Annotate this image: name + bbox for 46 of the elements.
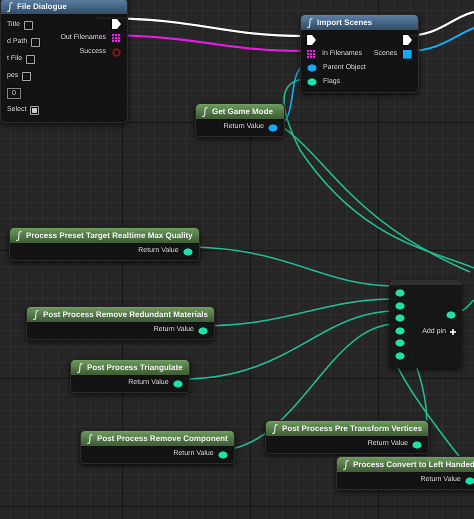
- node-title: Post Process Remove Redundant Materials: [43, 308, 208, 320]
- function-icon: [343, 460, 349, 470]
- checkbox[interactable]: [22, 72, 32, 81]
- function-icon: [202, 106, 208, 116]
- node-title: Process Preset Target Realtime Max Quality: [26, 230, 193, 242]
- function-icon: [33, 310, 39, 320]
- data-pin[interactable]: [464, 476, 474, 484]
- data-pin[interactable]: [395, 352, 405, 360]
- node-title: Post Process Remove Component: [97, 432, 228, 444]
- node-title: Post Process Triangulate: [87, 362, 183, 374]
- function-icon: [272, 424, 278, 434]
- data-pin[interactable]: [307, 78, 317, 86]
- checkbox[interactable]: [24, 21, 33, 30]
- data-pin[interactable]: [395, 326, 405, 334]
- array-pin[interactable]: [307, 50, 316, 58]
- array-pin[interactable]: [112, 34, 121, 42]
- data-pin[interactable]: [395, 289, 405, 297]
- data-pin[interactable]: [198, 326, 208, 334]
- checkbox[interactable]: [31, 38, 40, 47]
- plus-icon: [450, 329, 456, 336]
- exec-pin[interactable]: [112, 19, 121, 29]
- function-icon: [307, 18, 313, 28]
- data-pin[interactable]: [412, 440, 422, 448]
- data-pin[interactable]: [307, 64, 317, 72]
- data-pin[interactable]: [182, 248, 193, 256]
- function-icon: [7, 2, 13, 12]
- exec-pin[interactable]: [307, 35, 316, 45]
- function-icon: [16, 230, 22, 240]
- node-title: Process Convert to Left Handed: [353, 458, 474, 470]
- node-title: Import Scenes: [317, 16, 372, 28]
- checkbox[interactable]: [26, 55, 36, 64]
- data-pin[interactable]: [395, 339, 405, 347]
- array-pin[interactable]: [403, 50, 412, 58]
- node-title: File Dialogue: [17, 0, 67, 12]
- data-pin[interactable]: [172, 380, 183, 388]
- data-pin[interactable]: [446, 311, 456, 319]
- node-title: Get Game Mode: [212, 106, 273, 118]
- data-pin[interactable]: [395, 302, 405, 310]
- data-pin[interactable]: [218, 450, 228, 458]
- function-icon: [87, 434, 93, 444]
- data-pin[interactable]: [268, 124, 278, 132]
- function-icon: [77, 362, 83, 372]
- node-title: Post Process Pre Transform Vertices: [282, 422, 422, 434]
- exec-pin[interactable]: [403, 35, 412, 45]
- checkbox[interactable]: [30, 106, 40, 115]
- data-pin[interactable]: [395, 314, 405, 322]
